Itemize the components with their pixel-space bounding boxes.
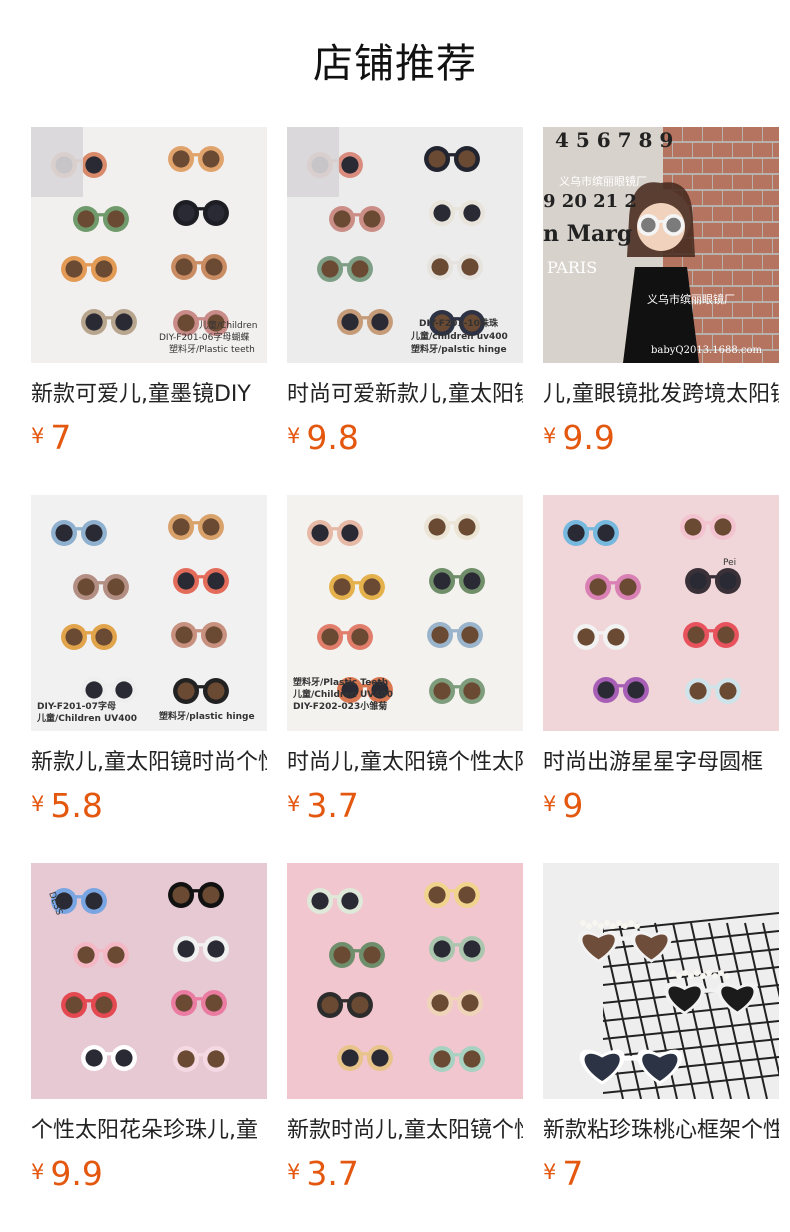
product-thumbnail[interactable]: DIY-F201-10珠珠 儿童/children uv400 塑料牙/palsti… bbox=[287, 127, 523, 363]
product-price: ¥9.9 bbox=[31, 1151, 103, 1197]
product-name[interactable]: 时尚儿,童太阳镜个性太阳镜 bbox=[287, 747, 523, 779]
image-text: 儿童/Children UV400 bbox=[292, 688, 393, 700]
product-card[interactable]: DIY-F201-10珠珠 儿童/children uv400 塑料牙/palsti… bbox=[287, 127, 523, 467]
image-text: PARIS bbox=[547, 258, 597, 277]
product-price: ¥3.7 bbox=[287, 1151, 359, 1197]
image-text: 9 20 21 2 bbox=[543, 191, 637, 212]
currency-symbol: ¥ bbox=[287, 792, 301, 816]
image-text: 义乌市缤丽眼镜厂 bbox=[647, 292, 735, 306]
currency-symbol: ¥ bbox=[543, 792, 557, 816]
product-image: DIY-F201-10珠珠儿童/children uv400塑料牙/palsti… bbox=[287, 127, 523, 363]
image-text: DIY-F201-07字母 bbox=[37, 700, 116, 712]
product-card[interactable]: 4 5 6 7 8 9 义乌市缤丽眼镜厂 9 20 21 2 n Marg PARIS 义… bbox=[543, 127, 779, 467]
image-text: DIY-F201-06字母蝴蝶 bbox=[159, 331, 249, 343]
product-image: DESS bbox=[31, 863, 267, 1099]
price-value: 3.7 bbox=[306, 1154, 359, 1193]
image-text: DIY-F201-10珠珠 bbox=[419, 317, 499, 329]
currency-symbol: ¥ bbox=[31, 792, 45, 816]
product-thumbnail[interactable] bbox=[287, 863, 523, 1099]
product-card[interactable]: DIY-F201-07字母 儿童/Children UV400 塑料牙/plasti… bbox=[31, 495, 267, 835]
product-name[interactable]: 新款儿,童太阳镜时尚个性 bbox=[31, 747, 267, 779]
price-value: 7 bbox=[562, 1154, 584, 1193]
product-image: 塑料牙/Plastic Teeth儿童/Children UV400DIY-F2… bbox=[287, 495, 523, 731]
product-name[interactable]: 个性太阳花朵珍珠儿,童 bbox=[31, 1115, 267, 1147]
product-image: Pei bbox=[543, 495, 779, 731]
currency-symbol: ¥ bbox=[31, 424, 45, 448]
currency-symbol: ¥ bbox=[287, 424, 301, 448]
image-text: 儿童/Children UV400 bbox=[36, 712, 137, 724]
image-text: 塑料牙/Plastic Teeth bbox=[293, 676, 388, 688]
product-card[interactable]: Pei 时尚出游星星字母圆框 ¥9 bbox=[543, 495, 779, 835]
product-thumbnail[interactable]: 儿童/Children DIY-F201-06字母蝴蝶 塑料牙/Plastic te… bbox=[31, 127, 267, 363]
product-card[interactable]: 儿童/Children DIY-F201-06字母蝴蝶 塑料牙/Plastic te… bbox=[31, 127, 267, 467]
product-price: ¥9 bbox=[543, 783, 583, 829]
product-thumbnail[interactable]: DIY-F201-07字母 儿童/Children UV400 塑料牙/plasti… bbox=[31, 495, 267, 731]
product-card[interactable]: 塑料牙/Plastic Teeth 儿童/Children UV400 DIY-F2… bbox=[287, 495, 523, 835]
currency-symbol: ¥ bbox=[543, 1160, 557, 1184]
price-value: 9.9 bbox=[562, 418, 615, 457]
product-name[interactable]: 儿,童眼镜批发跨境太阳镜 bbox=[543, 379, 779, 411]
image-text: 塑料牙/Plastic teeth bbox=[169, 343, 255, 355]
product-card[interactable]: 新款粘珍珠桃心框架个性 ¥7 bbox=[543, 863, 779, 1203]
product-thumbnail[interactable]: 塑料牙/Plastic Teeth 儿童/Children UV400 DIY-F2… bbox=[287, 495, 523, 731]
price-value: 3.7 bbox=[306, 786, 359, 825]
image-text: n Marg bbox=[543, 221, 632, 247]
product-card[interactable]: 新款时尚儿,童太阳镜个性 ¥3.7 bbox=[287, 863, 523, 1203]
section-title: 店铺推荐 bbox=[313, 41, 477, 87]
currency-symbol: ¥ bbox=[543, 424, 557, 448]
product-thumbnail[interactable]: DESS bbox=[31, 863, 267, 1099]
image-text: Pei bbox=[723, 558, 736, 568]
image-text: 4 5 6 7 8 9 bbox=[555, 128, 673, 152]
product-name[interactable]: 新款可爱儿,童墨镜DIY bbox=[31, 379, 267, 411]
product-price: ¥3.7 bbox=[287, 783, 359, 829]
product-image bbox=[287, 863, 523, 1099]
product-price: ¥7 bbox=[543, 1151, 583, 1197]
product-image: 儿童/ChildrenDIY-F201-06字母蝴蝶塑料牙/Plastic te… bbox=[31, 127, 267, 363]
product-thumbnail[interactable]: Pei bbox=[543, 495, 779, 731]
price-value: 7 bbox=[50, 418, 72, 457]
price-value: 5.8 bbox=[50, 786, 103, 825]
image-text: DIY-F202-023小雏菊 bbox=[293, 700, 387, 712]
product-thumbnail[interactable] bbox=[543, 863, 779, 1099]
price-value: 9 bbox=[562, 786, 584, 825]
image-text: babyQ2013.1688.com bbox=[651, 345, 762, 356]
product-image: 4 5 6 7 8 9 义乌市缤丽眼镜厂 9 20 21 2 n Marg PARIS 义… bbox=[543, 127, 779, 363]
product-thumbnail[interactable]: 4 5 6 7 8 9 义乌市缤丽眼镜厂 9 20 21 2 n Marg PARIS 义… bbox=[543, 127, 779, 363]
price-value: 9.9 bbox=[50, 1154, 103, 1193]
product-price: ¥9.8 bbox=[287, 415, 359, 461]
product-price: ¥7 bbox=[31, 415, 71, 461]
product-image bbox=[543, 863, 779, 1099]
price-value: 9.8 bbox=[306, 418, 359, 457]
currency-symbol: ¥ bbox=[31, 1160, 45, 1184]
currency-symbol: ¥ bbox=[287, 1160, 301, 1184]
product-card[interactable]: DESS 个性太阳花朵珍珠儿,童 ¥9.9 bbox=[31, 863, 267, 1203]
image-text: 儿童/Children bbox=[199, 319, 257, 331]
product-name[interactable]: 新款粘珍珠桃心框架个性 bbox=[543, 1115, 779, 1147]
product-name[interactable]: 时尚可爱新款儿,童太阳镜 bbox=[287, 379, 523, 411]
image-text: 塑料牙/plastic hinge bbox=[159, 710, 255, 722]
image-text: 塑料牙/palstic hinge bbox=[411, 343, 507, 355]
image-text: 儿童/children uv400 bbox=[410, 330, 508, 342]
product-price: ¥9.9 bbox=[543, 415, 615, 461]
product-name[interactable]: 时尚出游星星字母圆框 bbox=[543, 747, 779, 779]
product-name[interactable]: 新款时尚儿,童太阳镜个性 bbox=[287, 1115, 523, 1147]
image-text: 义乌市缤丽眼镜厂 bbox=[559, 174, 647, 188]
product-image: DIY-F201-07字母儿童/Children UV400 塑料牙/plasti… bbox=[31, 495, 267, 731]
shop-recommendation-page: 店铺推荐 儿童/Children DIY-F201-06字母蝴蝶 塑料牙/Plast… bbox=[0, 0, 790, 1232]
product-price: ¥5.8 bbox=[31, 783, 103, 829]
